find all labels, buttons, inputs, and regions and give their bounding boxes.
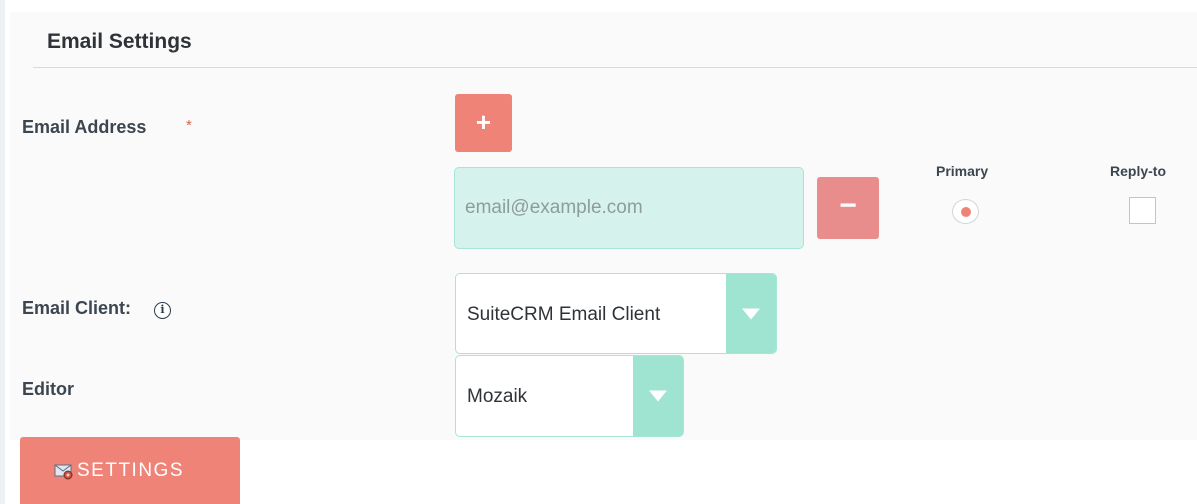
primary-radio[interactable] [952, 199, 979, 224]
editor-dropdown-toggle[interactable] [633, 356, 683, 436]
radio-selected-dot [961, 207, 971, 217]
editor-label: Editor [22, 379, 74, 399]
email-client-label: Email Client: [22, 298, 132, 318]
required-marker: * [186, 117, 192, 134]
primary-column-header: Primary [936, 163, 989, 179]
section-divider [33, 67, 1197, 68]
settings-button[interactable]: SETTINGS [20, 437, 240, 504]
settings-button-label: SETTINGS [77, 459, 185, 481]
remove-email-button[interactable]: − [817, 177, 879, 239]
email-settings-page: Email Settings Email Address * + − Prima… [0, 0, 1197, 504]
add-email-button[interactable]: + [455, 94, 512, 152]
editor-select[interactable]: Mozaik [455, 355, 684, 437]
reply-to-column-header: Reply-to [1110, 163, 1166, 179]
editor-selected-value: Mozaik [467, 386, 528, 407]
chevron-down-icon [742, 308, 760, 319]
settings-gear-icon [54, 464, 73, 479]
plus-icon: + [475, 107, 492, 137]
email-client-selected-value: SuiteCRM Email Client [467, 304, 661, 325]
email-address-label: Email Address [22, 117, 147, 137]
email-client-select[interactable]: SuiteCRM Email Client [455, 273, 777, 354]
left-border [0, 0, 5, 504]
info-icon[interactable]: i [154, 302, 171, 319]
email-input[interactable] [454, 167, 804, 249]
chevron-down-icon [649, 390, 667, 402]
email-client-dropdown-toggle[interactable] [726, 274, 776, 353]
section-title: Email Settings [47, 30, 192, 53]
minus-icon: − [839, 189, 857, 222]
reply-to-checkbox[interactable] [1129, 197, 1156, 224]
